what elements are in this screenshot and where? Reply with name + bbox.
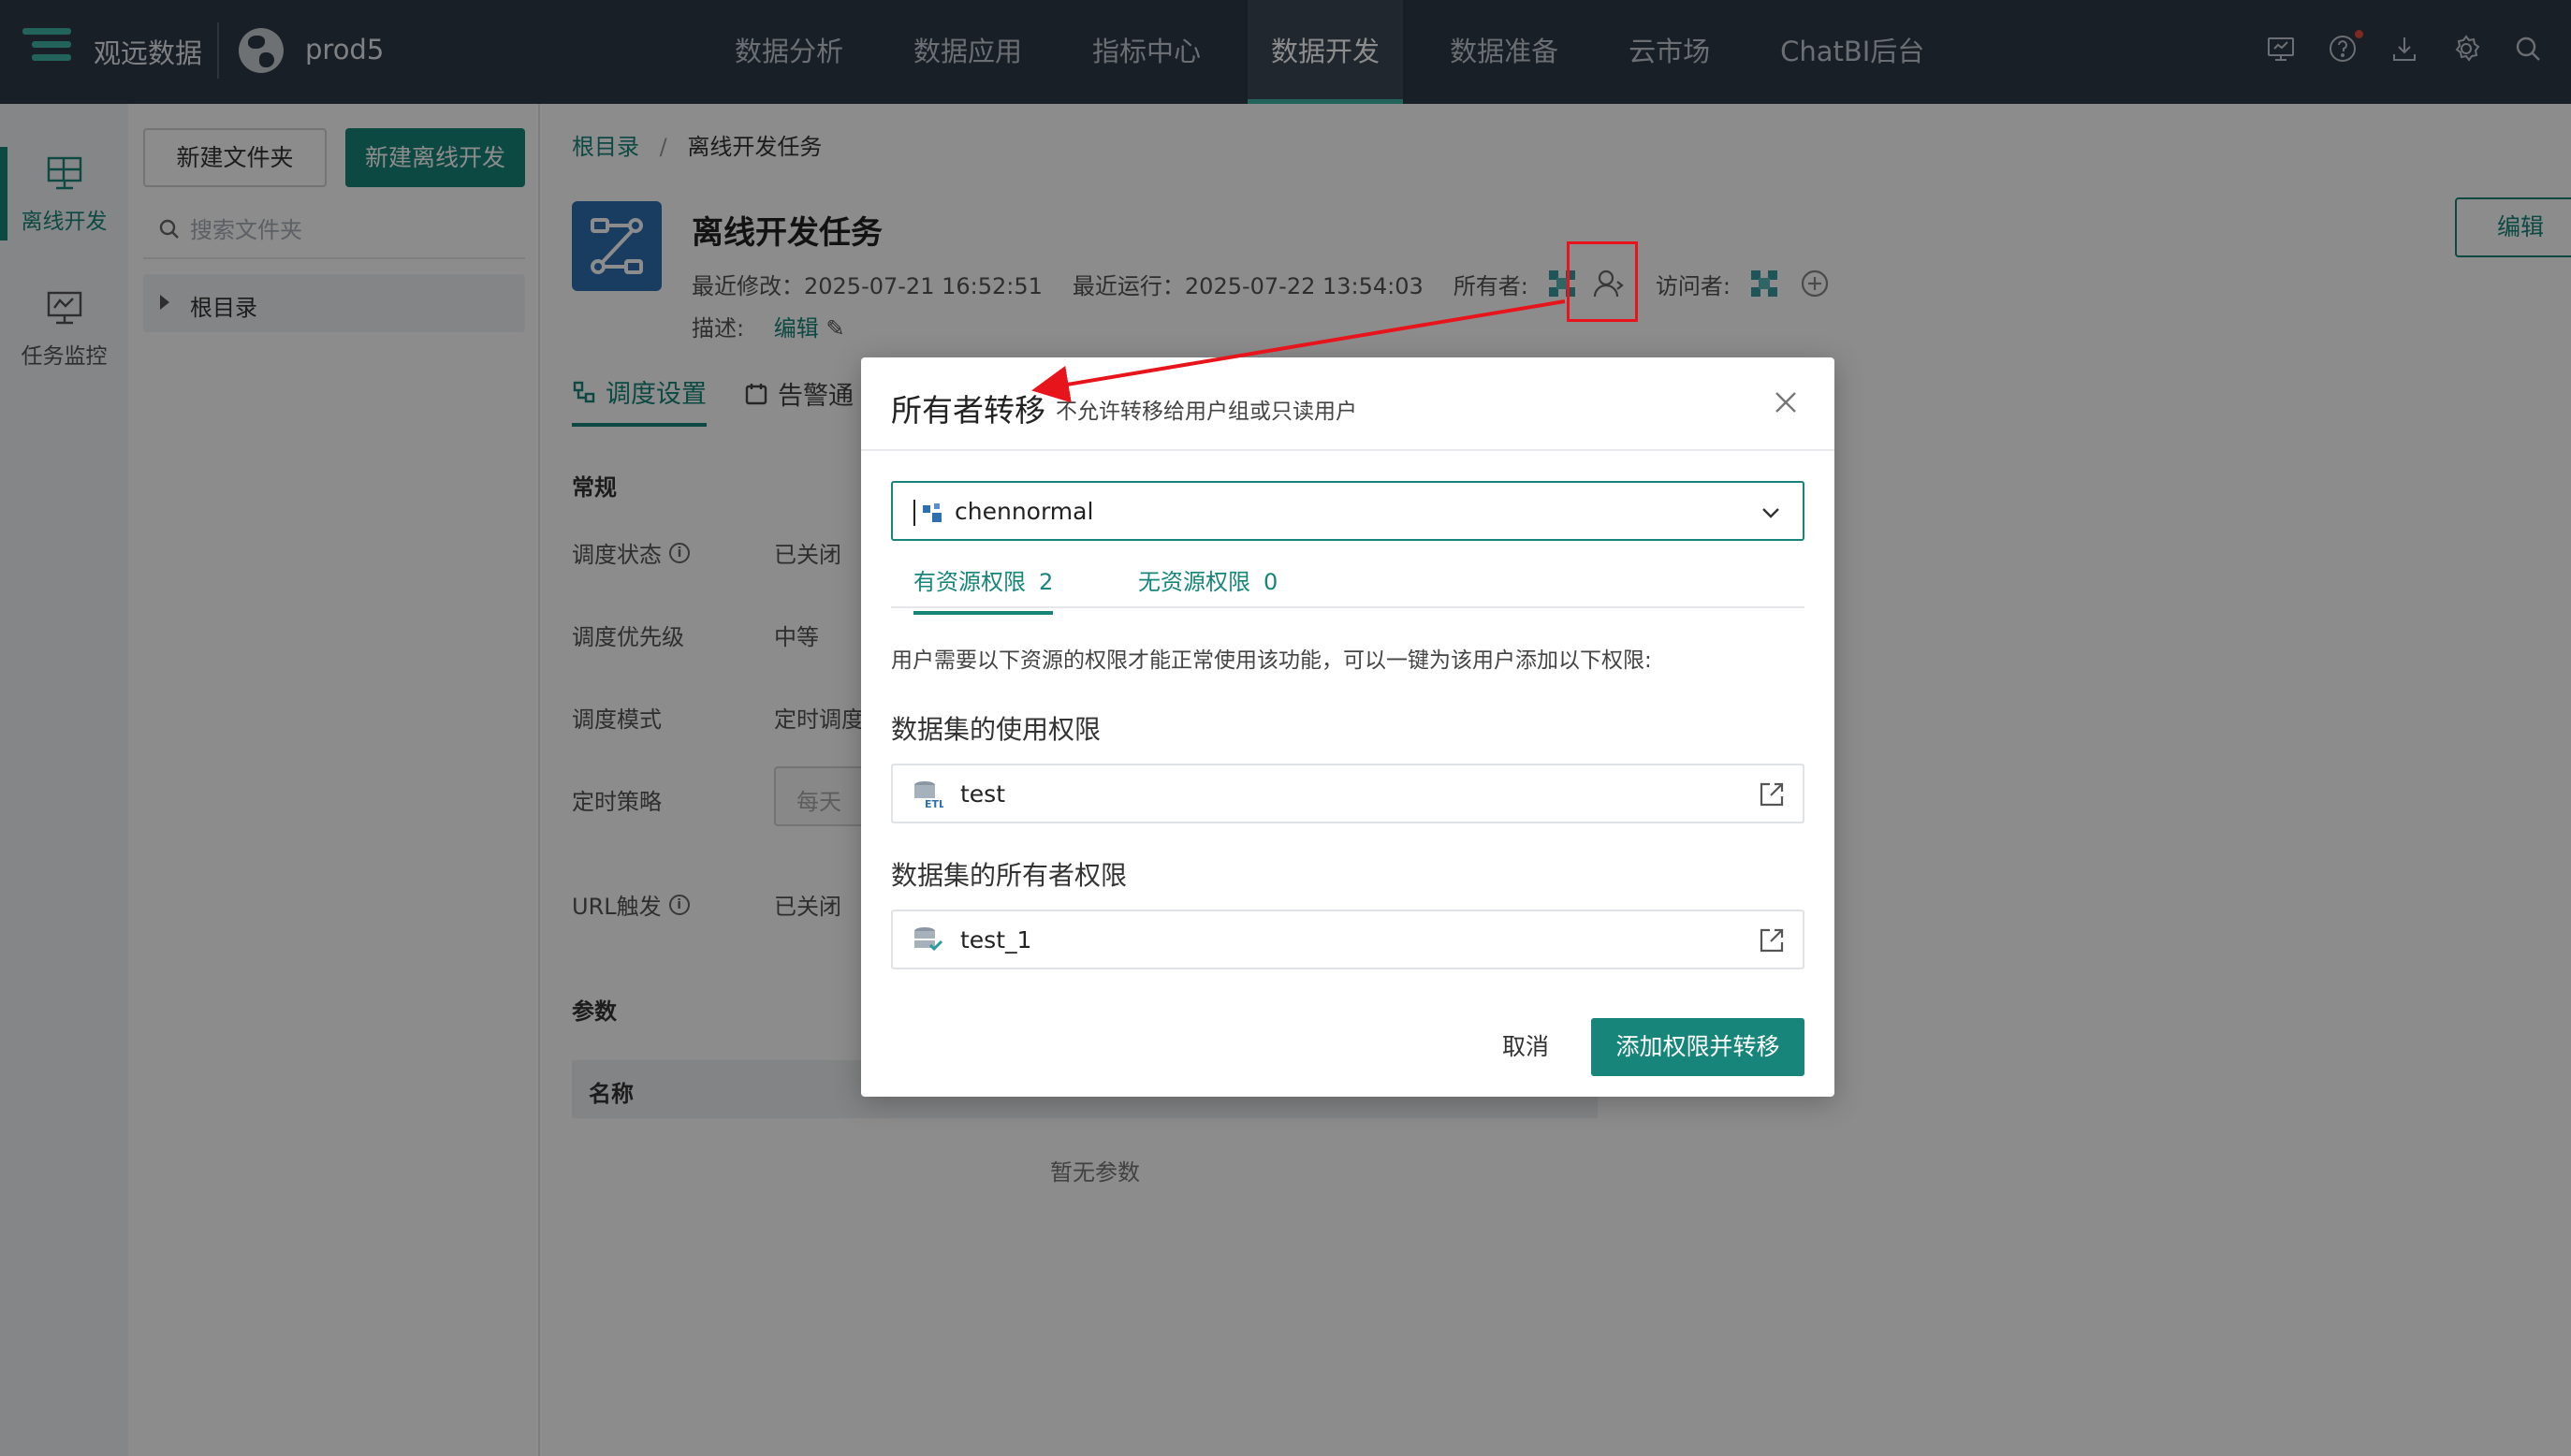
tab-no-permission[interactable]: 无资源权限 0 — [1138, 563, 1278, 596]
permission-hint: 用户需要以下资源的权限才能正常使用该功能，可以一键为该用户添加以下权限: — [891, 648, 1652, 673]
close-icon[interactable] — [1769, 386, 1803, 419]
tab-label: 无资源权限 — [1138, 569, 1250, 595]
modal-header: 所有者转移 不允许转移给用户组或只读用户 — [861, 357, 1834, 451]
dataset-name: test_1 — [960, 926, 1032, 954]
cancel-button[interactable]: 取消 — [1469, 1018, 1582, 1076]
external-link-icon[interactable] — [1758, 926, 1786, 954]
modal-title: 所有者转移 — [891, 392, 1045, 429]
user-type-icon — [923, 503, 942, 522]
dataset-name: test — [960, 780, 1006, 808]
dataset-item-usage: ETL test — [891, 764, 1804, 823]
selected-user: chennormal — [955, 498, 1094, 525]
tab-label: 有资源权限 — [913, 569, 1026, 595]
svg-text:ETL: ETL — [925, 798, 943, 810]
tab-has-permission[interactable]: 有资源权限 2 — [913, 563, 1054, 615]
external-link-icon[interactable] — [1758, 780, 1786, 808]
owner-transfer-modal: 所有者转移 不允许转移给用户组或只读用户 chennormal 有资源权限 2 无… — [861, 357, 1834, 1097]
user-select[interactable]: chennormal — [891, 481, 1804, 541]
modal-subtitle: 不允许转移给用户组或只读用户 — [1056, 400, 1357, 424]
text-cursor — [913, 500, 915, 526]
add-permission-transfer-button[interactable]: 添加权限并转移 — [1591, 1018, 1804, 1076]
dataset-icon — [914, 927, 943, 952]
dataset-item-owner: test_1 — [891, 910, 1804, 969]
usage-permission-title: 数据集的使用权限 — [891, 714, 1102, 745]
chevron-down-icon[interactable] — [1758, 500, 1784, 526]
owner-permission-title: 数据集的所有者权限 — [891, 860, 1128, 891]
tab-count: 0 — [1264, 569, 1278, 595]
permission-tabs: 有资源权限 2 无资源权限 0 — [891, 552, 1804, 615]
annotation-highlight-box — [1567, 241, 1638, 322]
tab-count: 2 — [1039, 569, 1054, 595]
etl-dataset-icon: ETL — [914, 781, 943, 810]
